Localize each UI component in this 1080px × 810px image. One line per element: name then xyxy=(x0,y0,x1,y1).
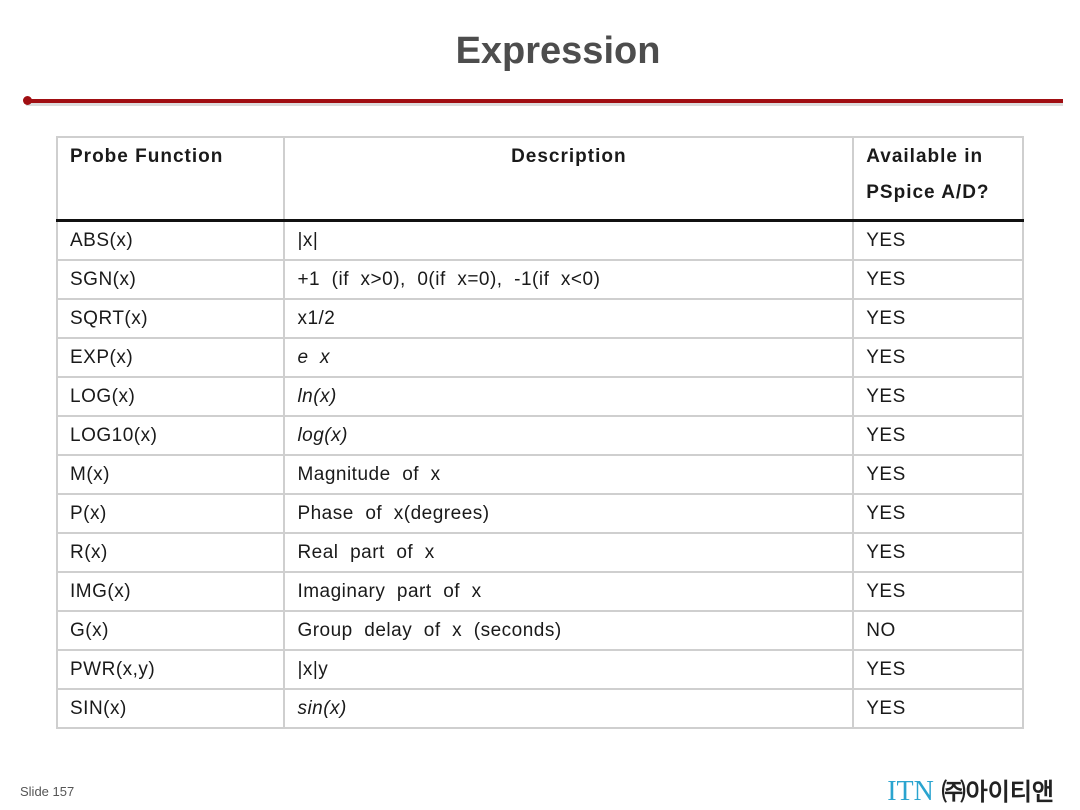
header-available: Available in PSpice A/D? xyxy=(852,136,1024,222)
cell-description: Group delay of x (seconds) xyxy=(283,610,855,651)
cell-available: YES xyxy=(852,415,1024,456)
table-row: ABS(x) |x| YES xyxy=(55,219,1024,261)
cell-available: YES xyxy=(852,259,1024,300)
probe-function-table: Probe Function Description Available in … xyxy=(55,136,1024,729)
cell-description: Magnitude of x xyxy=(283,454,855,495)
cell-function: SQRT(x) xyxy=(55,298,286,339)
cell-available: YES xyxy=(852,298,1024,339)
cell-description: log(x) xyxy=(283,415,855,456)
cell-description: e x xyxy=(283,337,855,378)
cell-function: IMG(x) xyxy=(55,571,286,612)
cell-available: YES xyxy=(852,571,1024,612)
brand-latin: ITN xyxy=(887,776,934,807)
brand-korean: ㈜아이티앤 xyxy=(941,778,1054,806)
table-row: SQRT(x) x1/2 YES xyxy=(55,298,1024,339)
table-row: P(x) Phase of x(degrees) YES xyxy=(55,493,1024,534)
cell-description: ln(x) xyxy=(283,376,855,417)
cell-available: YES xyxy=(852,649,1024,690)
cell-description: |x| xyxy=(283,219,855,261)
cell-function: G(x) xyxy=(55,610,286,651)
header-probe-function: Probe Function xyxy=(55,136,286,222)
header-description: Description xyxy=(283,136,855,222)
cell-description: sin(x) xyxy=(283,688,855,729)
cell-function: PWR(x,y) xyxy=(55,649,286,690)
table-row: G(x) Group delay of x (seconds) NO xyxy=(55,610,1024,651)
cell-description: Real part of x xyxy=(283,532,855,573)
table-row: PWR(x,y) |x|y YES xyxy=(55,649,1024,690)
table-row: R(x) Real part of x YES xyxy=(55,532,1024,573)
cell-function: ABS(x) xyxy=(55,219,286,261)
table-row: SIN(x) sin(x) YES xyxy=(55,688,1024,729)
slide-number: Slide 157 xyxy=(20,784,75,799)
table-row: LOG(x) ln(x) YES xyxy=(55,376,1024,417)
title-divider xyxy=(26,99,1063,103)
header-available-line2: PSpice A/D? xyxy=(866,182,990,203)
table-row: IMG(x) Imaginary part of x YES xyxy=(55,571,1024,612)
cell-function: R(x) xyxy=(55,532,286,573)
company-logo: ITN ㈜아이티앤 xyxy=(887,772,1054,808)
cell-description: x1/2 xyxy=(283,298,855,339)
cell-function: EXP(x) xyxy=(55,337,286,378)
cell-function: M(x) xyxy=(55,454,286,495)
cell-available: YES xyxy=(852,337,1024,378)
cell-available: YES xyxy=(852,376,1024,417)
cell-description: Phase of x(degrees) xyxy=(283,493,855,534)
cell-description: |x|y xyxy=(283,649,855,690)
table-row: EXP(x) e x YES xyxy=(55,337,1024,378)
table-row: SGN(x) +1 (if x>0), 0(if x=0), -1(if x<0)… xyxy=(55,259,1024,300)
table-row: M(x) Magnitude of x YES xyxy=(55,454,1024,495)
table-row: LOG10(x) log(x) YES xyxy=(55,415,1024,456)
cell-function: SGN(x) xyxy=(55,259,286,300)
cell-available: YES xyxy=(852,493,1024,534)
cell-available: YES xyxy=(852,532,1024,573)
cell-function: LOG10(x) xyxy=(55,415,286,456)
cell-available: YES xyxy=(852,454,1024,495)
cell-function: P(x) xyxy=(55,493,286,534)
cell-function: LOG(x) xyxy=(55,376,286,417)
cell-description: Imaginary part of x xyxy=(283,571,855,612)
cell-available: YES xyxy=(852,688,1024,729)
table-header-row: Probe Function Description Available in … xyxy=(55,136,1024,222)
cell-function: SIN(x) xyxy=(55,688,286,729)
cell-available: NO xyxy=(852,610,1024,651)
slide-title: Expression xyxy=(455,30,661,72)
cell-available: YES xyxy=(852,219,1024,261)
divider-dot xyxy=(23,96,32,105)
header-available-line1: Available in xyxy=(866,146,984,167)
cell-description: +1 (if x>0), 0(if x=0), -1(if x<0) xyxy=(283,259,855,300)
